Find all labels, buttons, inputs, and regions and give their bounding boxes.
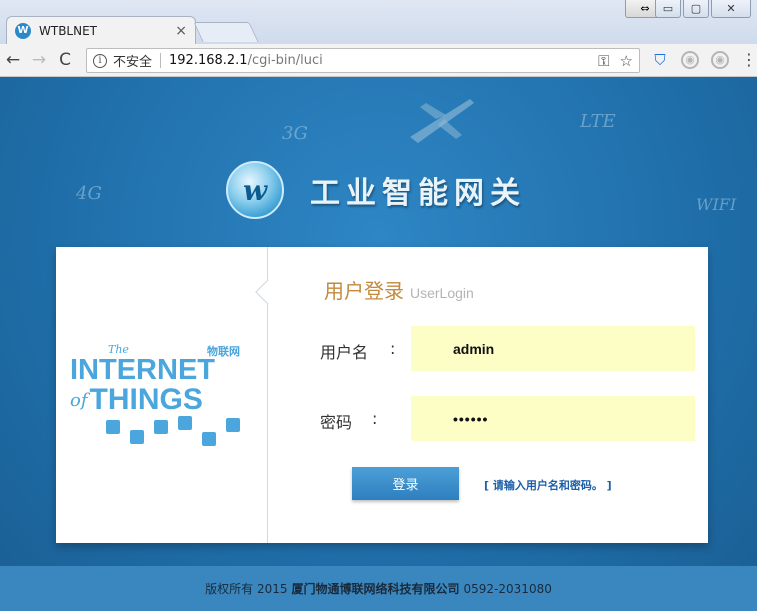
login-page: 3G 4G LTE WIFI w 工业智能网关 The 物联网 INTERNET… — [0, 77, 757, 611]
address-bar[interactable]: i 不安全 192.168.2.1/cgi-bin/luci ⚿ ☆ — [86, 48, 640, 73]
minimize-button[interactable]: ▭ — [655, 0, 681, 18]
shield-extension-icon[interactable]: ⛉ — [651, 51, 669, 69]
forward-icon[interactable]: → — [26, 50, 52, 70]
leaf-icon — [226, 418, 240, 432]
tv-icon — [154, 420, 168, 434]
iot-illustration: The 物联网 INTERNET ofTHINGS — [70, 343, 250, 446]
footer-copyright: 版权所有 2015 — [205, 582, 288, 596]
footer-phone: 0592-2031080 — [463, 581, 552, 596]
company-logo-icon: w — [226, 161, 284, 219]
iot-internet-label: INTERNET — [70, 354, 215, 386]
new-tab-button[interactable] — [193, 22, 259, 42]
login-title-en: UserLogin — [410, 285, 474, 301]
security-label[interactable]: 不安全 — [113, 51, 152, 70]
login-button[interactable]: 登录 — [352, 467, 459, 500]
illustration-panel: The 物联网 INTERNET ofTHINGS — [56, 247, 268, 543]
login-title-cn: 用户登录 — [324, 279, 404, 303]
reload-icon[interactable]: C — [52, 50, 78, 70]
browser-toolbar: ← → C i 不安全 192.168.2.1/cgi-bin/luci ⚿ ☆… — [0, 44, 757, 77]
footer-company: 厦门物通博联网络科技有限公司 — [291, 582, 460, 596]
site-favicon-icon: W — [15, 22, 31, 39]
iot-devices — [106, 416, 250, 446]
house-icon — [178, 416, 192, 430]
key-icon[interactable]: ⚿ — [598, 52, 609, 70]
omnibox-actions: ⚿ ☆ — [598, 52, 633, 70]
browser-tab[interactable]: W WTBLNET × — [6, 16, 196, 44]
username-label: 用户名 — [320, 343, 369, 362]
back-icon[interactable]: ← — [0, 50, 26, 70]
maximize-button[interactable]: ▢ — [683, 0, 709, 18]
tab-title: WTBLNET — [39, 23, 98, 38]
window-controls: ▭ ▢ ✕ — [655, 0, 751, 18]
password-colon: : — [372, 409, 378, 428]
bg-wifi-label: WIFI — [696, 195, 737, 214]
tab-close-icon[interactable]: × — [175, 23, 187, 39]
site-header: w 工业智能网关 — [226, 161, 526, 219]
close-window-button[interactable]: ✕ — [711, 0, 751, 18]
username-input[interactable] — [411, 326, 695, 371]
address-divider — [160, 53, 162, 68]
url-host: 192.168.2.1 — [169, 53, 248, 68]
bg-3g-label: 3G — [282, 123, 308, 144]
login-card: The 物联网 INTERNET ofTHINGS 用户登录 UserLogin — [56, 247, 708, 543]
browser-titlebar: W WTBLNET × ⇔ ▭ ▢ ✕ — [0, 0, 757, 44]
airplane-icon — [410, 99, 474, 143]
extensions-area: ⛉ ◉ ◉ ⋮ — [651, 50, 757, 69]
site-title: 工业智能网关 — [310, 176, 526, 211]
login-title: 用户登录 UserLogin — [324, 275, 474, 304]
username-colon: : — [390, 339, 396, 358]
clock-icon — [106, 420, 120, 434]
extension-icon[interactable]: ◉ — [711, 50, 729, 69]
iot-things-label: THINGS — [89, 383, 203, 416]
menu-icon[interactable]: ⋮ — [741, 50, 757, 69]
info-icon[interactable]: i — [93, 53, 107, 68]
extension-icon[interactable]: ◉ — [681, 50, 699, 69]
bg-4g-label: 4G — [76, 183, 102, 204]
star-icon[interactable]: ☆ — [620, 52, 633, 70]
iot-cn-label: 物联网 — [207, 345, 240, 358]
password-input[interactable] — [411, 396, 695, 441]
login-hint: [ 请输入用户名和密码。 ] — [484, 479, 612, 492]
iot-of-label: of — [70, 390, 88, 411]
password-label: 密码 — [320, 413, 353, 432]
page-footer: 版权所有 2015 厦门物通博联网络科技有限公司 0592-2031080 — [0, 566, 757, 611]
car-icon — [130, 430, 144, 444]
url-path: /cgi-bin/luci — [247, 53, 323, 68]
laptop-icon — [202, 432, 216, 446]
bg-lte-label: LTE — [580, 111, 616, 132]
